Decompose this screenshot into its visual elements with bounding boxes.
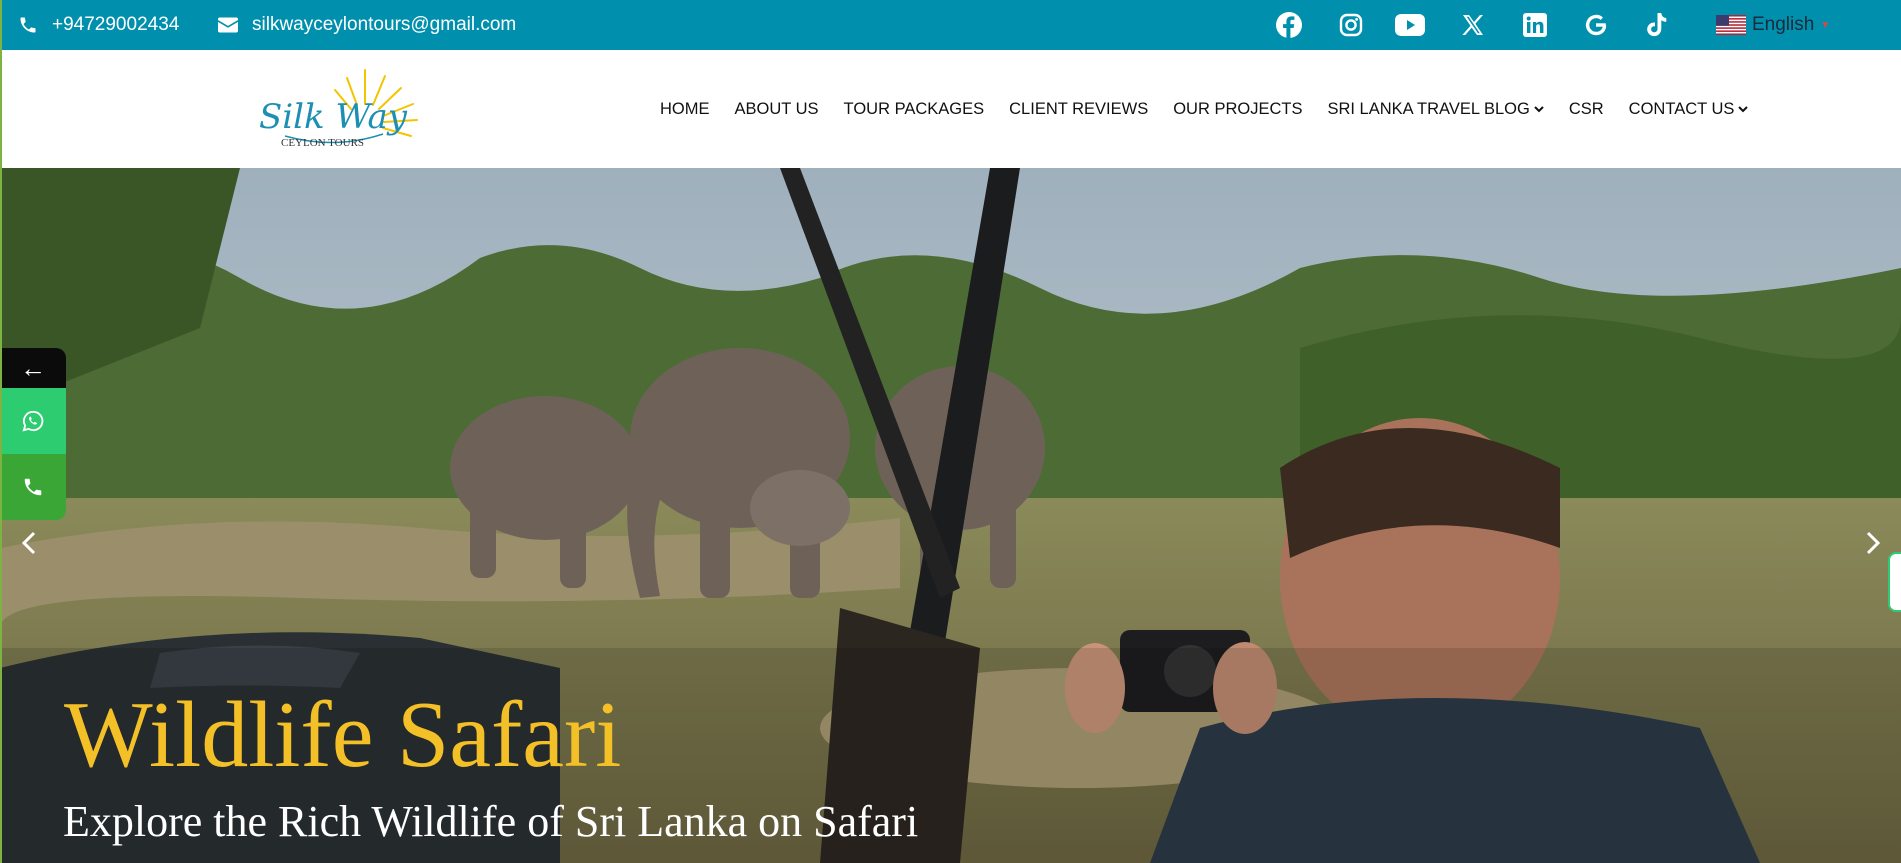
facebook-icon[interactable] — [1272, 0, 1306, 50]
svg-text:Silk Way: Silk Way — [259, 97, 408, 137]
nav-travel-blog[interactable]: SRI LANKA TRAVEL BLOG — [1327, 100, 1544, 119]
right-edge-chat-widget[interactable] — [1888, 552, 1901, 612]
primary-nav: HOME ABOUT US TOUR PACKAGES CLIENT REVIE… — [660, 50, 1773, 168]
email-address[interactable]: silkwayceylontours@gmail.com — [252, 14, 516, 36]
svg-text:CEYLON TOURS: CEYLON TOURS — [281, 137, 364, 149]
nav-tour-packages[interactable]: TOUR PACKAGES — [844, 100, 985, 119]
nav-contact-us[interactable]: CONTACT US — [1629, 100, 1749, 119]
main-navbar: Silk Way CEYLON TOURS HOME ABOUT US TOUR… — [0, 50, 1901, 168]
nav-client-reviews[interactable]: CLIENT REVIEWS — [1009, 100, 1148, 119]
phone-icon — [24, 478, 42, 496]
phone-icon — [20, 17, 36, 33]
instagram-icon[interactable] — [1334, 0, 1368, 50]
phone-contact[interactable]: +94729002434 — [18, 0, 179, 50]
top-contact-bar: +94729002434 silkwayceylontours@gmail.co… — [0, 0, 1901, 50]
phone-number[interactable]: +94729002434 — [52, 14, 179, 36]
page-left-border — [0, 0, 2, 863]
google-icon[interactable] — [1579, 0, 1613, 50]
x-icon[interactable] — [1456, 0, 1490, 50]
chevron-down-icon — [1738, 105, 1749, 112]
hero-subtitle: Explore the Rich Wildlife of Sri Lanka o… — [63, 797, 919, 846]
nav-our-projects[interactable]: OUR PROJECTS — [1173, 100, 1302, 119]
site-logo[interactable]: Silk Way CEYLON TOURS — [255, 64, 435, 154]
arrow-left-icon: ← — [20, 352, 46, 383]
hero-slider: Wildlife Safari Explore the Rich Wildlif… — [0, 168, 1901, 863]
nav-csr[interactable]: CSR — [1569, 100, 1604, 119]
chevron-right-icon — [1866, 531, 1881, 555]
language-selector[interactable]: English ▼ — [1716, 0, 1830, 50]
language-label: English — [1752, 14, 1815, 35]
chevron-down-icon: ▼ — [1820, 19, 1831, 31]
chevron-down-icon — [1534, 105, 1544, 112]
slider-prev-button[interactable] — [14, 528, 44, 558]
nav-about-us[interactable]: ABOUT US — [735, 100, 819, 119]
slider-next-button[interactable] — [1858, 528, 1888, 558]
youtube-icon[interactable] — [1393, 0, 1427, 50]
linkedin-icon[interactable] — [1518, 0, 1552, 50]
envelope-icon — [218, 17, 238, 33]
float-widget-toggle[interactable]: ← — [0, 348, 66, 388]
call-button[interactable] — [0, 454, 66, 520]
email-contact[interactable]: silkwayceylontours@gmail.com — [218, 0, 516, 50]
hero-title: Wildlife Safari — [64, 683, 622, 787]
whatsapp-icon — [22, 410, 44, 432]
us-flag-icon — [1716, 15, 1746, 35]
chevron-left-icon — [21, 531, 36, 555]
whatsapp-button[interactable] — [0, 388, 66, 454]
tiktok-icon[interactable] — [1640, 0, 1674, 50]
nav-home[interactable]: HOME — [660, 100, 710, 119]
